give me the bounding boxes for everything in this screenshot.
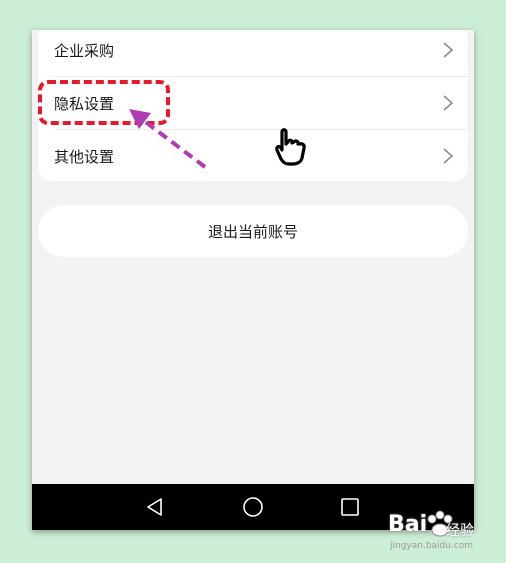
hand-cursor-icon (275, 128, 306, 166)
watermark-brand-cn: 经验 (446, 523, 474, 539)
home-circle-icon[interactable] (242, 496, 264, 518)
chevron-right-icon (443, 95, 454, 111)
settings-item-label: 其他设置 (54, 147, 115, 166)
back-triangle-icon[interactable] (144, 496, 166, 518)
recents-square-icon[interactable] (339, 496, 361, 518)
chevron-right-icon (443, 148, 454, 164)
settings-item-enterprise-purchase[interactable]: 企业采购 (38, 30, 468, 76)
logout-button[interactable]: 退出当前账号 (38, 205, 468, 257)
watermark-url: jingyan.baidu.com (390, 541, 474, 551)
annotation-arrow (129, 109, 207, 169)
watermark-brand: Bai (388, 512, 428, 537)
settings-item-label: 企业采购 (54, 41, 115, 60)
chevron-right-icon (443, 42, 454, 58)
settings-item-other[interactable]: 其他设置 (38, 130, 468, 181)
